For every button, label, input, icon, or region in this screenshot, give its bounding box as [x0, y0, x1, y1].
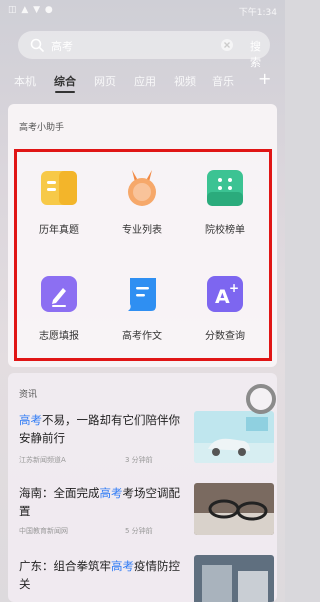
medal-icon — [122, 168, 162, 208]
gaokao-assistant-card: 高考小助手 历年真题 专业列表 院校榜单 志愿填报 高考作文 A + 分数查询 — [8, 104, 277, 367]
news-comments: 3 分钟前 — [125, 456, 153, 464]
tool-label: 分数查询 — [205, 331, 245, 342]
tool-label: 志愿填报 — [39, 331, 79, 342]
tab-web[interactable]: 网页 — [94, 73, 116, 89]
news-comments: 5 分钟前 — [125, 527, 153, 535]
status-bar: ◫ ▲ ▼ ● 下午1:34 — [0, 0, 285, 24]
tool-label: 历年真题 — [39, 225, 79, 236]
news-thumbnail — [194, 555, 274, 602]
card-title: 高考小助手 — [19, 123, 65, 133]
news-card: 资讯 高考不易，一路却有它们陪伴你安静前行 江苏新闻频道A 3 分钟前 海南：全… — [8, 373, 277, 602]
school-ranking-icon — [205, 168, 245, 208]
tab-apps[interactable]: 应用 — [134, 73, 156, 89]
search-button[interactable]: 搜索 — [250, 38, 270, 70]
tab-local[interactable]: 本机 — [14, 73, 36, 89]
score-query-icon: A + — [205, 274, 245, 314]
floating-assist-button[interactable] — [246, 384, 276, 414]
news-title: 海南：全面完成高考考场空调配置 — [19, 486, 180, 518]
status-icons: ◫ ▲ ▼ ● — [8, 5, 54, 15]
news-title: 高考不易，一路却有它们陪伴你安静前行 — [19, 413, 180, 445]
svg-text:+: + — [229, 281, 239, 295]
tab-video[interactable]: 视频 — [174, 73, 196, 89]
tab-all[interactable]: 综合 — [54, 73, 76, 89]
news-source: 江苏新闻频道A — [19, 456, 66, 464]
tool-major-list[interactable]: 专业列表 — [102, 168, 182, 236]
tool-past-exams[interactable]: 历年真题 — [19, 168, 99, 236]
svg-text:A: A — [215, 286, 230, 308]
news-source: 中国教育新闻网 — [19, 527, 68, 535]
edit-pen-icon — [39, 274, 79, 314]
document-folder-icon — [39, 168, 79, 208]
tool-score-query[interactable]: A + 分数查询 — [185, 274, 265, 342]
essay-scroll-icon — [122, 274, 162, 314]
status-time: 下午1:34 — [238, 8, 277, 18]
tool-label: 专业列表 — [122, 225, 162, 236]
search-bar[interactable]: 高考 搜索 — [18, 31, 270, 69]
search-input[interactable]: 高考 — [51, 38, 73, 54]
tool-essay[interactable]: 高考作文 — [102, 274, 182, 342]
clear-icon[interactable] — [221, 39, 233, 51]
news-thumbnail — [194, 483, 274, 535]
tool-school-ranking[interactable]: 院校榜单 — [185, 168, 265, 236]
tab-music[interactable]: 音乐 — [212, 73, 234, 89]
news-title: 广东：组合拳筑牢高考疫情防控关 — [19, 559, 180, 591]
card-title: 资讯 — [19, 390, 38, 400]
tool-application-filling[interactable]: 志愿填报 — [19, 274, 99, 342]
category-tabs: 本机 综合 网页 应用 视频 音乐 + — [0, 69, 285, 96]
tool-label: 院校榜单 — [205, 225, 245, 236]
search-icon — [30, 38, 44, 52]
tool-label: 高考作文 — [122, 331, 162, 342]
news-thumbnail — [194, 411, 274, 463]
add-tab-icon[interactable]: + — [258, 69, 271, 88]
tab-indicator — [55, 91, 75, 93]
